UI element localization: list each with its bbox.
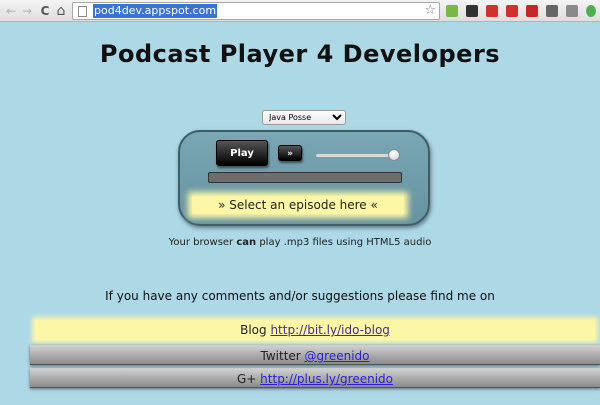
back-icon[interactable]: ← [4, 3, 18, 19]
url-text[interactable]: pod4dev.appspot.com [93, 4, 218, 18]
extension-icon-8[interactable] [586, 5, 596, 17]
page-title: Podcast Player 4 Developers [99, 40, 501, 68]
html5-support-text: Your browser can play .mp3 files using H… [168, 237, 432, 248]
gplus-link[interactable]: http://plus.ly/greenido [260, 372, 393, 386]
home-icon[interactable]: ⌂ [54, 3, 68, 19]
browser-toolbar: ← → C ⌂ pod4dev.appspot.com ☆ [0, 0, 600, 22]
blog-row: Blog http://bit.ly/ido-blog [35, 320, 595, 340]
progress-bar[interactable] [208, 172, 402, 183]
extension-icon-3[interactable] [486, 5, 498, 17]
twitter-label: Twitter [260, 349, 305, 363]
extension-icon-6[interactable] [546, 5, 558, 17]
volume-knob[interactable] [387, 149, 400, 161]
podcast-select[interactable]: Java Posse [262, 110, 346, 125]
skip-button[interactable]: » [278, 145, 302, 161]
comments-text: If you have any comments and/or suggesti… [105, 289, 495, 303]
extension-icon-2[interactable] [466, 5, 478, 17]
bookmark-star-icon[interactable]: ☆ [424, 3, 436, 19]
audio-player: Play » » Select an episode here « [178, 130, 430, 226]
adblock-icon[interactable] [526, 5, 538, 17]
play-button[interactable]: Play [216, 140, 268, 166]
extension-icon-4[interactable] [506, 5, 518, 17]
twitter-row: Twitter @greenido [30, 345, 600, 365]
gplus-row: G+ http://plus.ly/greenido [30, 368, 600, 388]
blog-link[interactable]: http://bit.ly/ido-blog [270, 323, 389, 337]
forward-icon[interactable]: → [20, 3, 34, 19]
address-bar[interactable]: pod4dev.appspot.com ☆ [72, 2, 440, 20]
page-icon [78, 6, 87, 17]
extension-icon-7[interactable] [566, 5, 578, 17]
reload-icon[interactable]: C [38, 3, 52, 19]
support-emphasis: can [236, 237, 257, 248]
volume-slider[interactable] [316, 149, 400, 161]
twitter-link[interactable]: @greenido [305, 349, 370, 363]
gplus-label: G+ [237, 372, 261, 386]
blog-label: Blog [240, 323, 271, 337]
episode-select-label[interactable]: » Select an episode here « [192, 196, 404, 214]
extension-icon-1[interactable] [446, 5, 458, 17]
